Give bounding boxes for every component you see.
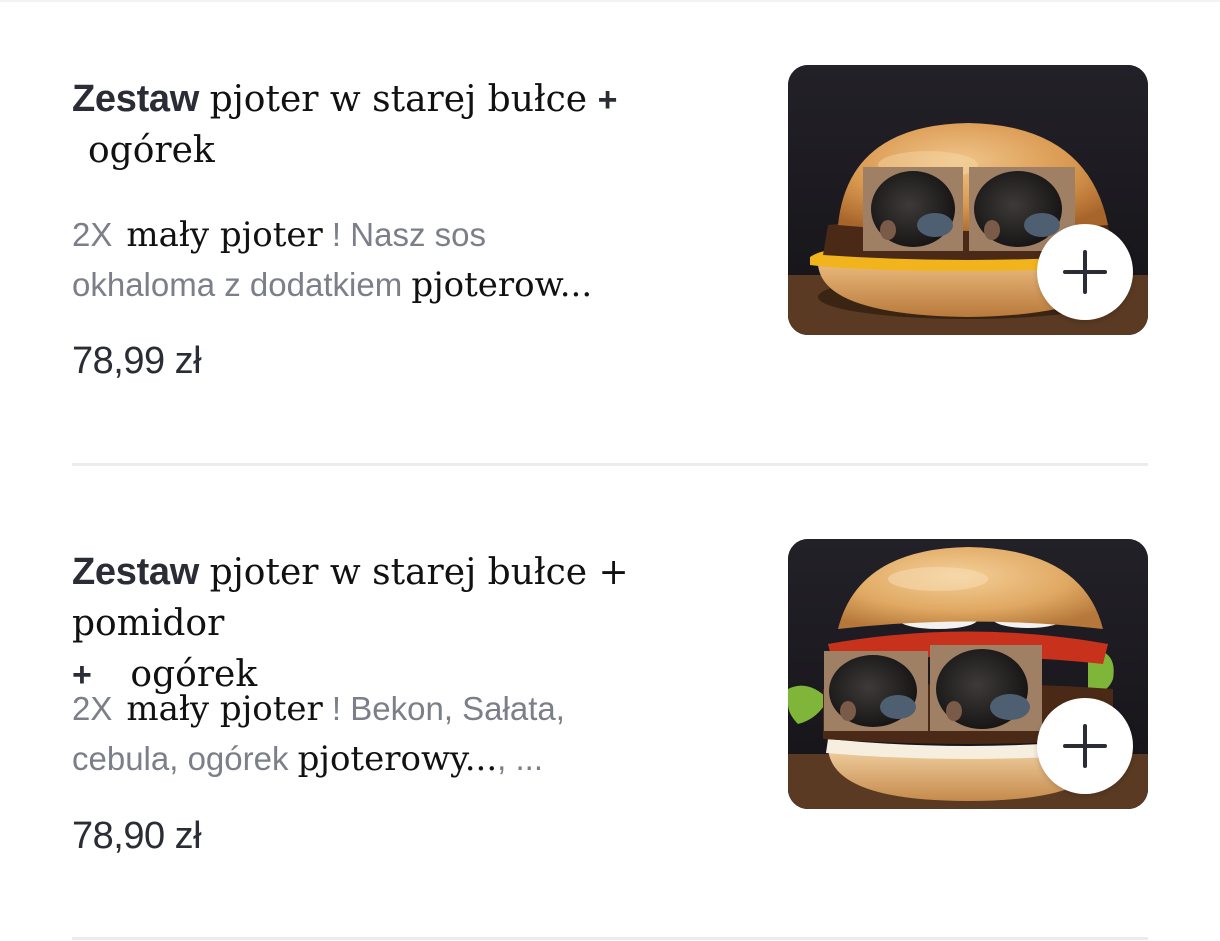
item-divider	[72, 937, 1148, 940]
desc-rest: ! Bekon, Sałata,	[331, 690, 565, 727]
menu-item[interactable]	[0, 0, 1220, 470]
plus-icon	[1063, 724, 1107, 768]
desc-line2-a: cebula, ogórek	[72, 740, 289, 777]
item-title: Zestaw pjoter w starej bułce + pomidor +…	[72, 547, 792, 700]
desc-qty: 2X	[72, 690, 113, 727]
desc-item: mały pjoter	[126, 689, 323, 729]
item-price: 78,90 zł	[72, 815, 202, 857]
item-title-prefix: Zestaw	[72, 551, 200, 593]
desc-line2-c: , ...	[497, 740, 544, 777]
item-description: 2X mały pjoter ! Bekon, Sałata, cebula, o…	[72, 684, 712, 784]
desc-line2-b: pjoterowy...	[297, 739, 498, 779]
add-to-cart-button[interactable]	[1037, 698, 1133, 794]
